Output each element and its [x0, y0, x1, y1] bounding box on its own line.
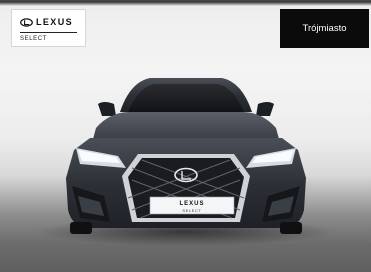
left-mirror	[98, 102, 116, 116]
plate-subtext: SELECT	[182, 208, 201, 213]
lexus-select-logo[interactable]: LEXUS SELECT	[11, 9, 86, 47]
logo-divider	[20, 32, 77, 33]
right-tire	[280, 222, 302, 234]
logo-mark: LEXUS	[20, 17, 73, 28]
plate-text: LEXUS	[179, 201, 204, 207]
logo-text: LEXUS	[36, 17, 74, 27]
location-badge[interactable]: Trójmiasto	[280, 9, 369, 48]
windshield	[128, 84, 244, 112]
lexus-emblem-icon	[20, 18, 33, 27]
logo-subtitle: SELECT	[20, 36, 47, 42]
right-mirror	[256, 102, 274, 116]
left-tire	[70, 222, 92, 234]
location-label: Trójmiasto	[302, 23, 347, 34]
